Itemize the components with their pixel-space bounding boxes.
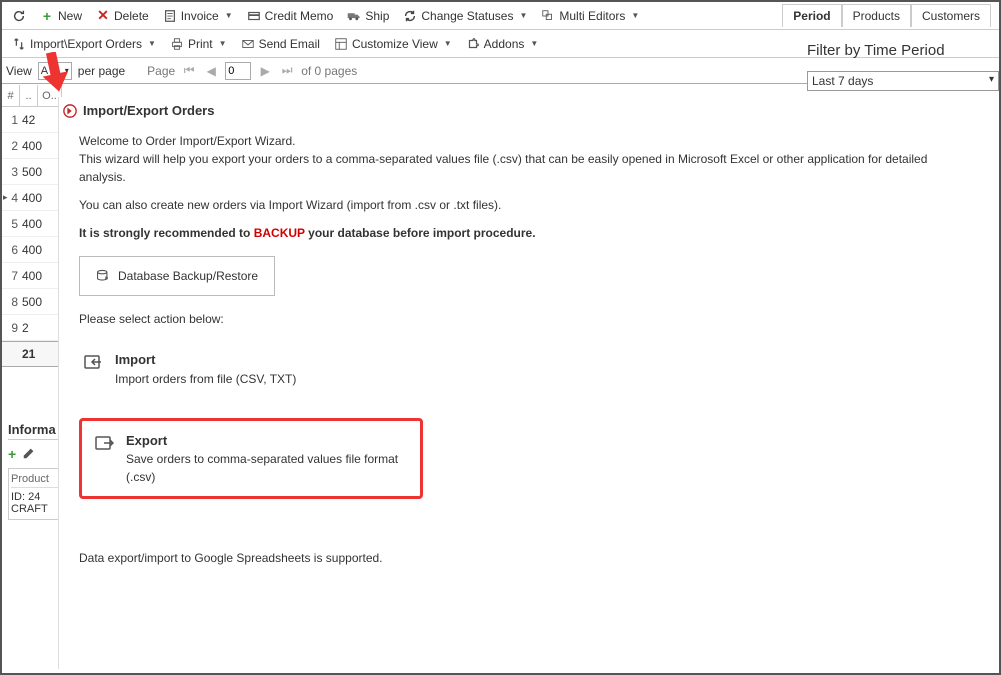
page-label: Page [147, 64, 175, 78]
addons-button[interactable]: Addons ▼ [460, 35, 545, 53]
last-page-button[interactable]: ⏭ [279, 63, 295, 79]
delete-label: Delete [114, 9, 149, 23]
per-page-label: per page [78, 64, 125, 78]
export-icon [94, 433, 114, 453]
credit-memo-icon [247, 9, 261, 23]
import-export-button[interactable]: Import\Export Orders ▼ [6, 35, 162, 53]
delete-button[interactable]: ✕ Delete [90, 7, 155, 25]
send-email-label: Send Email [259, 37, 320, 51]
tab-customers[interactable]: Customers [911, 4, 991, 27]
new-button[interactable]: + New [34, 7, 88, 25]
print-label: Print [188, 37, 213, 51]
change-statuses-label: Change Statuses [421, 9, 513, 23]
credit-memo-label: Credit Memo [265, 9, 334, 23]
export-title: Export [126, 431, 408, 451]
rec-post: your database before import procedure. [305, 226, 536, 240]
puzzle-icon [466, 37, 480, 51]
table-row[interactable]: 2400 [2, 133, 64, 159]
caret-icon: ▼ [444, 39, 452, 48]
export-desc: Save orders to comma-separated values fi… [126, 450, 408, 486]
select-action-label: Please select action below: [79, 310, 975, 328]
tab-period[interactable]: Period [782, 4, 841, 27]
prev-page-button[interactable]: ◀ [203, 63, 219, 79]
invoice-icon [163, 9, 177, 23]
product-craft: CRAFT [11, 503, 65, 515]
tab-products[interactable]: Products [842, 4, 911, 27]
new-label: New [58, 9, 82, 23]
grid-header: # .. O.. [2, 85, 64, 107]
product-id: ID: 24 [11, 491, 65, 503]
addons-label: Addons [484, 37, 525, 51]
printer-icon [170, 37, 184, 51]
import-desc: Import orders from file (CSV, TXT) [115, 370, 296, 388]
credit-memo-button[interactable]: Credit Memo [241, 7, 340, 25]
table-row[interactable]: 5400 [2, 211, 64, 237]
multi-editors-label: Multi Editors [559, 9, 625, 23]
edit-icon[interactable] [22, 446, 36, 462]
caret-icon: ▼ [219, 39, 227, 48]
add-icon[interactable]: + [8, 446, 16, 462]
ship-label: Ship [365, 9, 389, 23]
multi-editors-button[interactable]: Multi Editors ▼ [535, 7, 645, 25]
rec-backup: BACKUP [254, 226, 305, 240]
wizard-icon [63, 104, 77, 118]
modal-title: Import/Export Orders [83, 103, 214, 118]
first-page-button[interactable]: ⏮ [181, 63, 197, 79]
table-row[interactable]: 92 [2, 315, 64, 341]
caret-icon: ▼ [631, 11, 639, 20]
sync-icon [403, 9, 417, 23]
customize-view-button[interactable]: Customize View ▼ [328, 35, 458, 53]
modal-desc1: This wizard will help you export your or… [79, 152, 927, 184]
print-button[interactable]: Print ▼ [164, 35, 233, 53]
import-title: Import [115, 350, 296, 370]
import-action[interactable]: Import Import orders from file (CSV, TXT… [79, 342, 975, 396]
import-export-icon [12, 37, 26, 51]
rec-pre: It is strongly recommended to [79, 226, 254, 240]
table-row[interactable]: 7400 [2, 263, 64, 289]
table-row[interactable]: 8500 [2, 289, 64, 315]
caret-icon: ▼ [519, 11, 527, 20]
plus-icon: + [40, 9, 54, 23]
export-action[interactable]: Export Save orders to comma-separated va… [79, 418, 423, 500]
db-backup-button[interactable]: Database Backup/Restore [79, 256, 275, 296]
view-select[interactable]: A [38, 62, 72, 80]
ship-button[interactable]: Ship [341, 7, 395, 25]
table-row[interactable]: ▸4400 [2, 185, 64, 211]
email-icon [241, 37, 255, 51]
database-icon [96, 269, 110, 283]
db-backup-label: Database Backup/Restore [118, 267, 258, 285]
next-page-button[interactable]: ▶ [257, 63, 273, 79]
modal-desc2: You can also create new orders via Impor… [79, 196, 975, 214]
table-sum-row: 21 [2, 341, 64, 367]
layout-icon [334, 37, 348, 51]
multi-icon [541, 9, 555, 23]
filter-period-select[interactable]: Last 7 days [807, 71, 999, 91]
caret-icon: ▼ [148, 39, 156, 48]
refresh-icon [12, 9, 26, 23]
table-row[interactable]: 6400 [2, 237, 64, 263]
table-row[interactable]: 3500 [2, 159, 64, 185]
view-label: View [6, 64, 32, 78]
import-export-label: Import\Export Orders [30, 37, 142, 51]
refresh-button[interactable] [6, 7, 32, 25]
product-label: Product [11, 473, 65, 488]
page-input[interactable] [225, 62, 251, 80]
x-icon: ✕ [96, 9, 110, 23]
gs-note: Data export/import to Google Spreadsheet… [79, 549, 975, 567]
truck-icon [347, 9, 361, 23]
page-count-label: of 0 pages [301, 64, 357, 78]
change-statuses-button[interactable]: Change Statuses ▼ [397, 7, 533, 25]
invoice-button[interactable]: Invoice ▼ [157, 7, 239, 25]
caret-icon: ▼ [225, 11, 233, 20]
import-icon [83, 352, 103, 372]
table-row[interactable]: 142 [2, 107, 64, 133]
caret-icon: ▼ [530, 39, 538, 48]
modal-welcome: Welcome to Order Import/Export Wizard. [79, 134, 296, 148]
customize-view-label: Customize View [352, 37, 438, 51]
send-email-button[interactable]: Send Email [235, 35, 326, 53]
invoice-label: Invoice [181, 9, 219, 23]
filter-title: Filter by Time Period [807, 42, 991, 59]
